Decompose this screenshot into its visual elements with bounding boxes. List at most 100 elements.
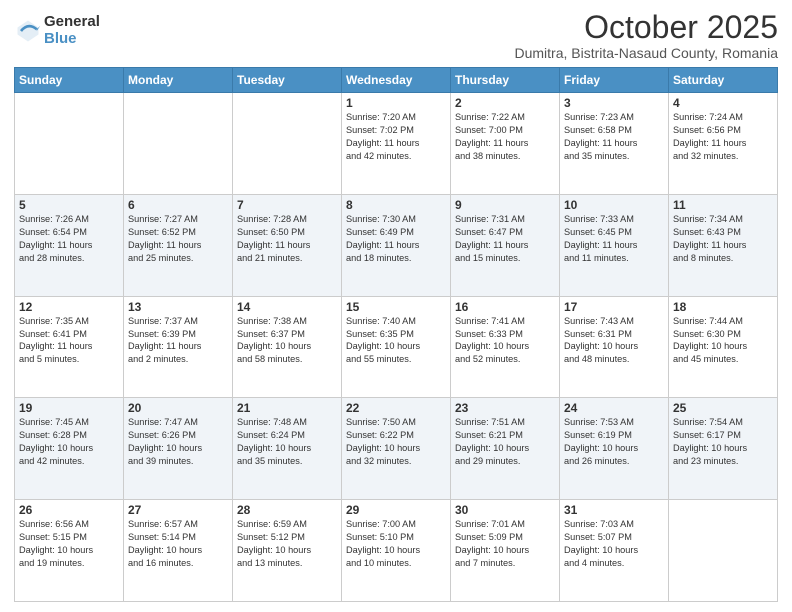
- calendar-cell: [15, 93, 124, 195]
- day-info: Sunrise: 7:34 AM Sunset: 6:43 PM Dayligh…: [673, 213, 773, 265]
- calendar-cell: 16Sunrise: 7:41 AM Sunset: 6:33 PM Dayli…: [451, 296, 560, 398]
- day-number: 25: [673, 401, 773, 415]
- day-info: Sunrise: 7:30 AM Sunset: 6:49 PM Dayligh…: [346, 213, 446, 265]
- calendar-week-row: 19Sunrise: 7:45 AM Sunset: 6:28 PM Dayli…: [15, 398, 778, 500]
- calendar-cell: [233, 93, 342, 195]
- calendar-subtitle: Dumitra, Bistrita-Nasaud County, Romania: [514, 45, 778, 61]
- calendar-cell: 19Sunrise: 7:45 AM Sunset: 6:28 PM Dayli…: [15, 398, 124, 500]
- page: General Blue October 2025 Dumitra, Bistr…: [0, 0, 792, 612]
- logo-text: General Blue: [44, 14, 100, 47]
- day-number: 30: [455, 503, 555, 517]
- calendar-cell: [669, 500, 778, 602]
- day-number: 31: [564, 503, 664, 517]
- day-info: Sunrise: 7:40 AM Sunset: 6:35 PM Dayligh…: [346, 315, 446, 367]
- day-number: 19: [19, 401, 119, 415]
- calendar-body: 1Sunrise: 7:20 AM Sunset: 7:02 PM Daylig…: [15, 93, 778, 602]
- day-info: Sunrise: 7:37 AM Sunset: 6:39 PM Dayligh…: [128, 315, 228, 367]
- day-number: 11: [673, 198, 773, 212]
- day-number: 22: [346, 401, 446, 415]
- calendar-cell: 9Sunrise: 7:31 AM Sunset: 6:47 PM Daylig…: [451, 194, 560, 296]
- day-number: 10: [564, 198, 664, 212]
- day-number: 29: [346, 503, 446, 517]
- logo-blue: Blue: [44, 31, 100, 48]
- day-number: 28: [237, 503, 337, 517]
- weekday-header-cell: Saturday: [669, 68, 778, 93]
- calendar-cell: 23Sunrise: 7:51 AM Sunset: 6:21 PM Dayli…: [451, 398, 560, 500]
- calendar-cell: 11Sunrise: 7:34 AM Sunset: 6:43 PM Dayli…: [669, 194, 778, 296]
- calendar-cell: 31Sunrise: 7:03 AM Sunset: 5:07 PM Dayli…: [560, 500, 669, 602]
- day-info: Sunrise: 7:24 AM Sunset: 6:56 PM Dayligh…: [673, 111, 773, 163]
- day-info: Sunrise: 7:20 AM Sunset: 7:02 PM Dayligh…: [346, 111, 446, 163]
- day-info: Sunrise: 7:28 AM Sunset: 6:50 PM Dayligh…: [237, 213, 337, 265]
- calendar-cell: 17Sunrise: 7:43 AM Sunset: 6:31 PM Dayli…: [560, 296, 669, 398]
- day-info: Sunrise: 6:57 AM Sunset: 5:14 PM Dayligh…: [128, 518, 228, 570]
- day-number: 26: [19, 503, 119, 517]
- day-info: Sunrise: 7:54 AM Sunset: 6:17 PM Dayligh…: [673, 416, 773, 468]
- calendar-week-row: 1Sunrise: 7:20 AM Sunset: 7:02 PM Daylig…: [15, 93, 778, 195]
- day-info: Sunrise: 7:31 AM Sunset: 6:47 PM Dayligh…: [455, 213, 555, 265]
- day-info: Sunrise: 7:53 AM Sunset: 6:19 PM Dayligh…: [564, 416, 664, 468]
- calendar-cell: [124, 93, 233, 195]
- day-number: 7: [237, 198, 337, 212]
- day-info: Sunrise: 6:56 AM Sunset: 5:15 PM Dayligh…: [19, 518, 119, 570]
- calendar-cell: 2Sunrise: 7:22 AM Sunset: 7:00 PM Daylig…: [451, 93, 560, 195]
- day-info: Sunrise: 7:27 AM Sunset: 6:52 PM Dayligh…: [128, 213, 228, 265]
- day-number: 14: [237, 300, 337, 314]
- calendar-title: October 2025: [514, 10, 778, 45]
- calendar-cell: 10Sunrise: 7:33 AM Sunset: 6:45 PM Dayli…: [560, 194, 669, 296]
- day-number: 3: [564, 96, 664, 110]
- calendar-cell: 22Sunrise: 7:50 AM Sunset: 6:22 PM Dayli…: [342, 398, 451, 500]
- logo-icon: [14, 17, 42, 45]
- weekday-header-cell: Tuesday: [233, 68, 342, 93]
- day-info: Sunrise: 7:33 AM Sunset: 6:45 PM Dayligh…: [564, 213, 664, 265]
- calendar-week-row: 5Sunrise: 7:26 AM Sunset: 6:54 PM Daylig…: [15, 194, 778, 296]
- day-info: Sunrise: 7:47 AM Sunset: 6:26 PM Dayligh…: [128, 416, 228, 468]
- calendar-cell: 25Sunrise: 7:54 AM Sunset: 6:17 PM Dayli…: [669, 398, 778, 500]
- day-number: 1: [346, 96, 446, 110]
- day-info: Sunrise: 7:35 AM Sunset: 6:41 PM Dayligh…: [19, 315, 119, 367]
- calendar-cell: 4Sunrise: 7:24 AM Sunset: 6:56 PM Daylig…: [669, 93, 778, 195]
- day-info: Sunrise: 7:03 AM Sunset: 5:07 PM Dayligh…: [564, 518, 664, 570]
- weekday-header-cell: Sunday: [15, 68, 124, 93]
- calendar-cell: 15Sunrise: 7:40 AM Sunset: 6:35 PM Dayli…: [342, 296, 451, 398]
- day-number: 24: [564, 401, 664, 415]
- calendar-cell: 3Sunrise: 7:23 AM Sunset: 6:58 PM Daylig…: [560, 93, 669, 195]
- calendar-week-row: 26Sunrise: 6:56 AM Sunset: 5:15 PM Dayli…: [15, 500, 778, 602]
- weekday-header-cell: Thursday: [451, 68, 560, 93]
- calendar-cell: 14Sunrise: 7:38 AM Sunset: 6:37 PM Dayli…: [233, 296, 342, 398]
- calendar-cell: 8Sunrise: 7:30 AM Sunset: 6:49 PM Daylig…: [342, 194, 451, 296]
- day-number: 20: [128, 401, 228, 415]
- weekday-header-cell: Friday: [560, 68, 669, 93]
- day-number: 15: [346, 300, 446, 314]
- logo-general: General: [44, 14, 100, 31]
- day-info: Sunrise: 7:43 AM Sunset: 6:31 PM Dayligh…: [564, 315, 664, 367]
- day-info: Sunrise: 7:41 AM Sunset: 6:33 PM Dayligh…: [455, 315, 555, 367]
- title-block: October 2025 Dumitra, Bistrita-Nasaud Co…: [514, 10, 778, 61]
- calendar-cell: 26Sunrise: 6:56 AM Sunset: 5:15 PM Dayli…: [15, 500, 124, 602]
- day-number: 4: [673, 96, 773, 110]
- calendar-cell: 5Sunrise: 7:26 AM Sunset: 6:54 PM Daylig…: [15, 194, 124, 296]
- calendar-cell: 28Sunrise: 6:59 AM Sunset: 5:12 PM Dayli…: [233, 500, 342, 602]
- weekday-header-row: SundayMondayTuesdayWednesdayThursdayFrid…: [15, 68, 778, 93]
- day-info: Sunrise: 7:23 AM Sunset: 6:58 PM Dayligh…: [564, 111, 664, 163]
- calendar-cell: 30Sunrise: 7:01 AM Sunset: 5:09 PM Dayli…: [451, 500, 560, 602]
- calendar-cell: 6Sunrise: 7:27 AM Sunset: 6:52 PM Daylig…: [124, 194, 233, 296]
- calendar-cell: 13Sunrise: 7:37 AM Sunset: 6:39 PM Dayli…: [124, 296, 233, 398]
- day-number: 17: [564, 300, 664, 314]
- calendar-cell: 7Sunrise: 7:28 AM Sunset: 6:50 PM Daylig…: [233, 194, 342, 296]
- day-info: Sunrise: 7:00 AM Sunset: 5:10 PM Dayligh…: [346, 518, 446, 570]
- calendar-cell: 27Sunrise: 6:57 AM Sunset: 5:14 PM Dayli…: [124, 500, 233, 602]
- day-number: 21: [237, 401, 337, 415]
- day-info: Sunrise: 7:22 AM Sunset: 7:00 PM Dayligh…: [455, 111, 555, 163]
- day-number: 13: [128, 300, 228, 314]
- weekday-header-cell: Monday: [124, 68, 233, 93]
- calendar-table: SundayMondayTuesdayWednesdayThursdayFrid…: [14, 67, 778, 602]
- calendar-cell: 29Sunrise: 7:00 AM Sunset: 5:10 PM Dayli…: [342, 500, 451, 602]
- day-info: Sunrise: 7:48 AM Sunset: 6:24 PM Dayligh…: [237, 416, 337, 468]
- calendar-cell: 1Sunrise: 7:20 AM Sunset: 7:02 PM Daylig…: [342, 93, 451, 195]
- day-number: 2: [455, 96, 555, 110]
- day-number: 23: [455, 401, 555, 415]
- day-number: 18: [673, 300, 773, 314]
- calendar-cell: 24Sunrise: 7:53 AM Sunset: 6:19 PM Dayli…: [560, 398, 669, 500]
- calendar-cell: 21Sunrise: 7:48 AM Sunset: 6:24 PM Dayli…: [233, 398, 342, 500]
